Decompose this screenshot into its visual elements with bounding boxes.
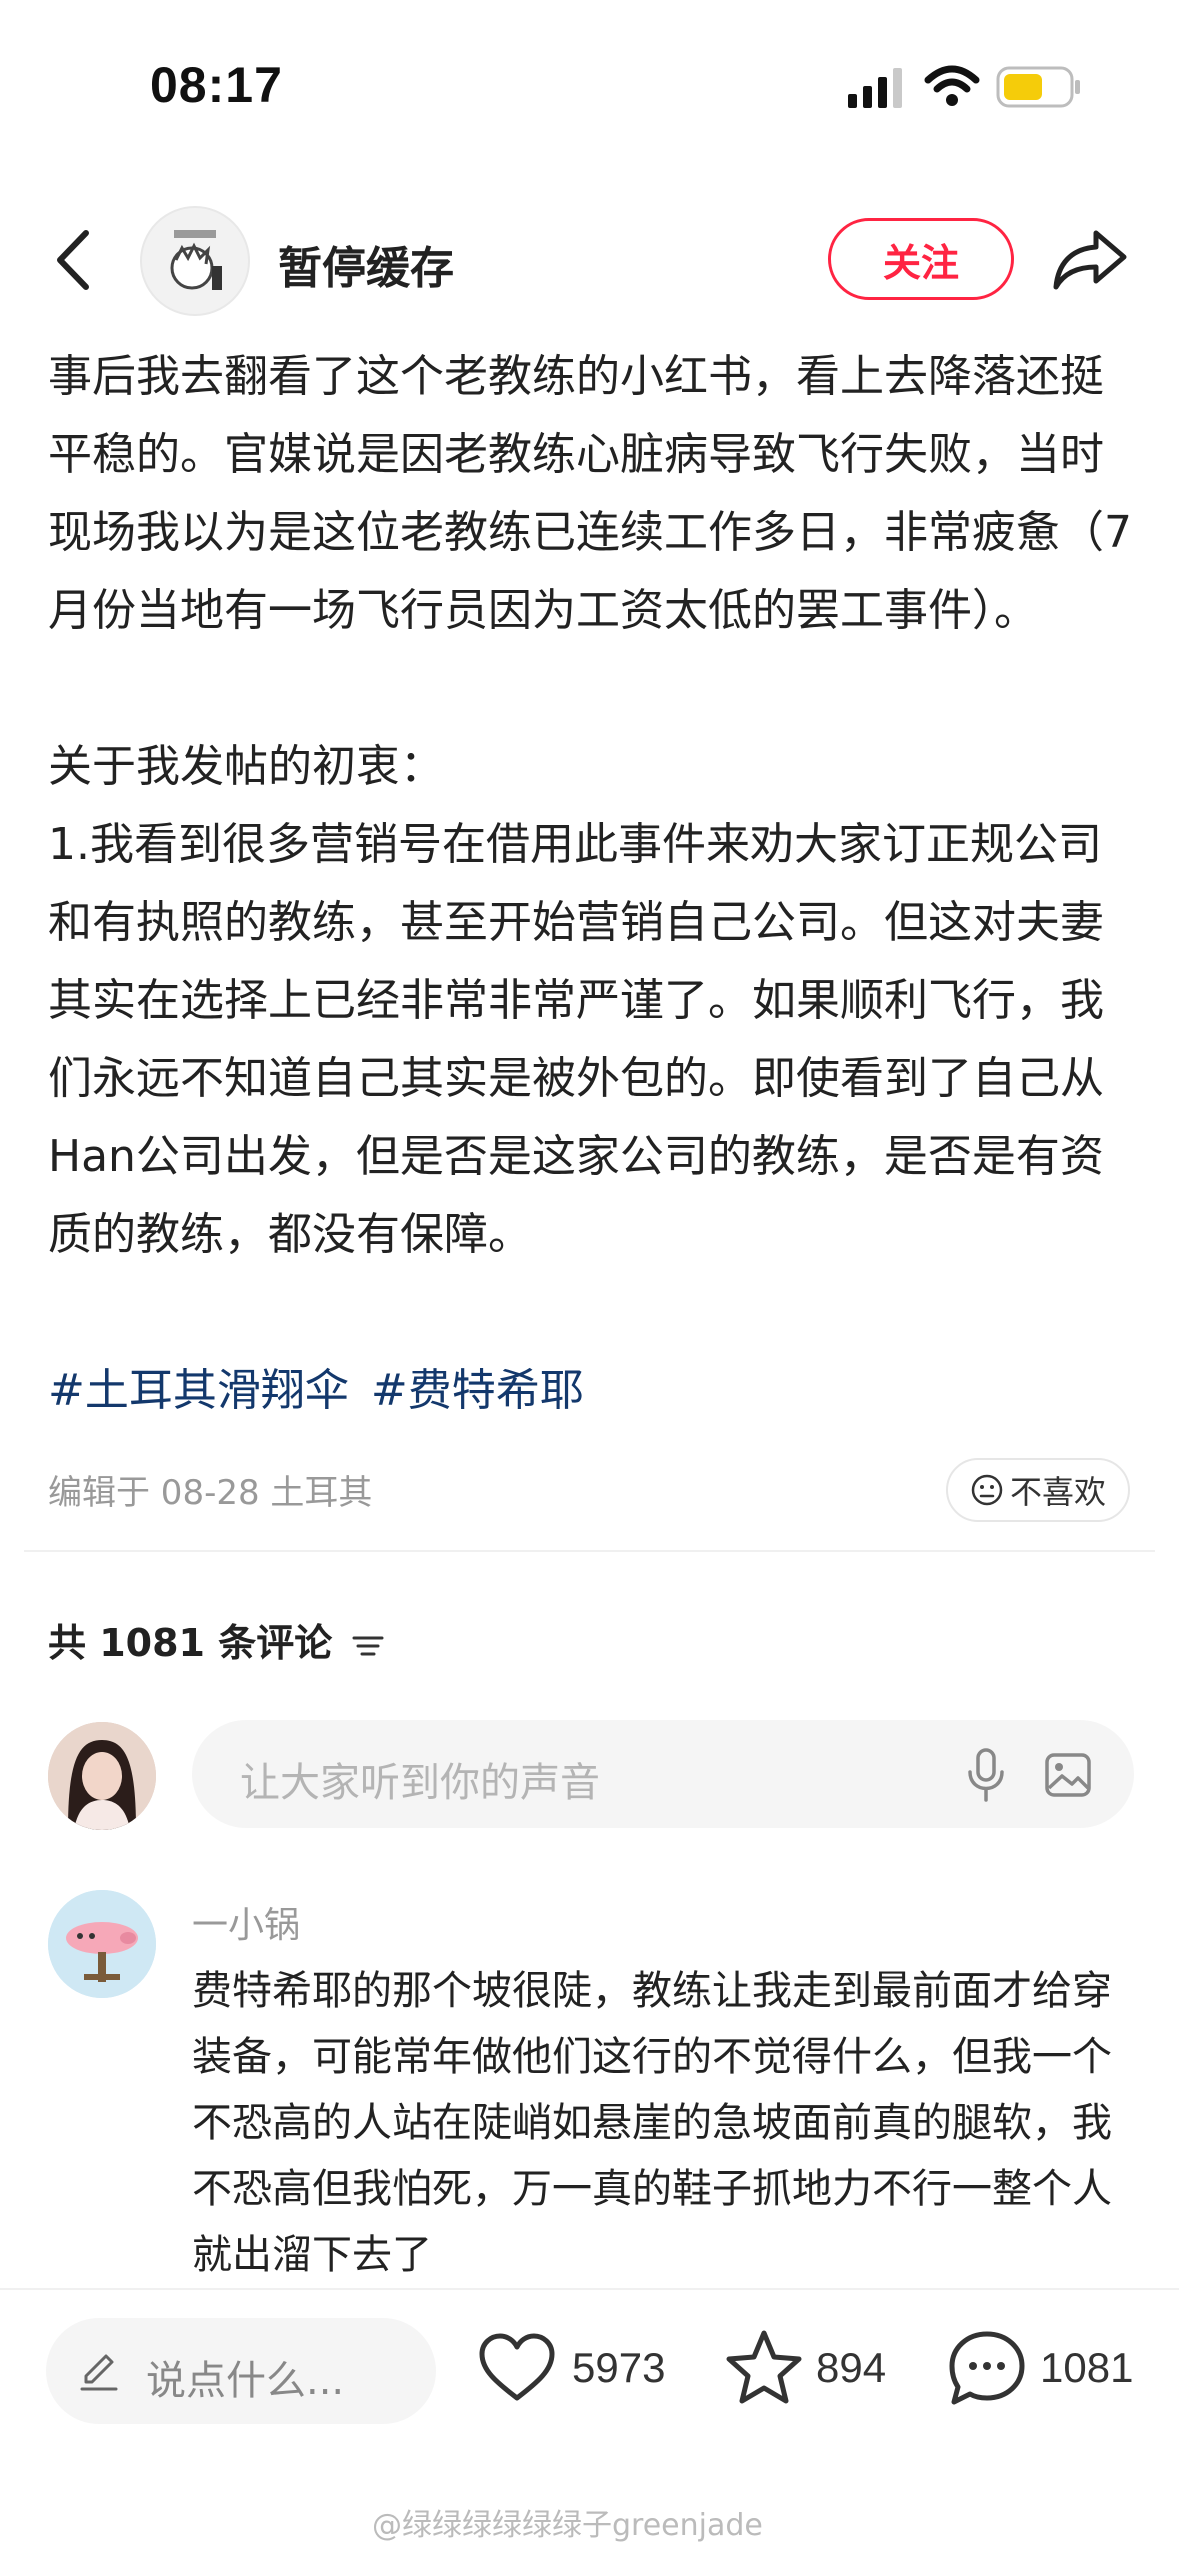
divider — [24, 1550, 1155, 1552]
say-something-placeholder: 说点什么... — [146, 2358, 345, 2404]
comment-icon[interactable] — [946, 2328, 1028, 2408]
comment-avatar[interactable] — [48, 1890, 156, 1998]
signal-icon — [848, 68, 902, 108]
hashtag-link[interactable]: #费特希耶 — [371, 1365, 584, 1416]
back-icon[interactable] — [50, 225, 98, 295]
post-paragraph: 关于我发帖的初衷： — [48, 741, 444, 792]
star-icon[interactable] — [724, 2328, 804, 2406]
sort-icon[interactable] — [351, 1631, 385, 1661]
hashtag-list: #土耳其滑翔伞 #费特希耶 — [48, 1352, 606, 1430]
post-paragraph: 1.我看到很多营销号在借用此事件来劝大家订正规公司和有执照的教练，甚至开始营销自… — [48, 819, 1104, 1260]
post-paragraph — [48, 650, 1138, 728]
post-body: 事后我去翻看了这个老教练的小红书，看上去降落还挺平稳的。官媒说是因老教练心脏病导… — [48, 338, 1138, 1274]
watermark: @绿绿绿绿绿绿子greenjade — [372, 2508, 763, 2543]
like-count: 5973 — [572, 2344, 666, 2391]
dislike-label: 不喜欢 — [1009, 1473, 1106, 1511]
hashtag-link[interactable]: #土耳其滑翔伞 — [48, 1365, 349, 1416]
comment-text: 费特希耶的那个坡很陡，教练让我走到最前面才给穿装备，可能常年做他们这行的不觉得什… — [192, 1968, 1112, 2278]
comment-count: 共 1081 条评论 — [48, 1612, 385, 1667]
collect-count: 894 — [816, 2344, 887, 2391]
post-paragraph: 事后我去翻看了这个老教练的小红书，看上去降落还挺平稳的。官媒说是因老教练心脏病导… — [48, 351, 1132, 636]
comment-total: 1081 — [1040, 2344, 1134, 2391]
dislike-button[interactable]: 不喜欢 — [946, 1458, 1130, 1522]
wifi-icon — [924, 65, 980, 106]
say-something-input[interactable]: 说点什么... — [46, 2318, 436, 2424]
comment-input[interactable]: 让大家听到你的声音 — [192, 1720, 1134, 1828]
battery-icon — [996, 66, 1080, 108]
face-icon — [971, 1474, 1003, 1506]
follow-button[interactable]: 关注 — [828, 218, 1014, 300]
edit-meta: 编辑于 08-28 土耳其 — [48, 1473, 373, 1513]
my-avatar — [48, 1722, 156, 1830]
pencil-icon — [80, 2354, 118, 2391]
heart-icon[interactable] — [478, 2332, 556, 2404]
comment-count-label: 共 1081 条评论 — [48, 1621, 333, 1665]
comment-username[interactable]: 一小锅 — [192, 1896, 300, 1948]
status-time: 08:17 — [150, 57, 283, 113]
image-icon[interactable] — [1044, 1752, 1092, 1798]
share-icon[interactable] — [1050, 225, 1130, 295]
comment-input-placeholder: 让大家听到你的声音 — [240, 1760, 600, 1806]
mic-icon[interactable] — [966, 1748, 1006, 1802]
author-avatar[interactable] — [140, 206, 250, 316]
author-name[interactable]: 暂停缓存 — [278, 232, 454, 296]
